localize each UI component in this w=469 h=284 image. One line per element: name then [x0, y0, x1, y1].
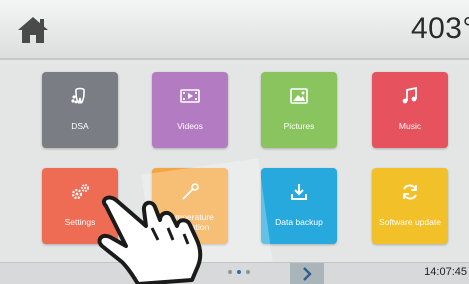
music-icon — [402, 86, 417, 104]
data-backup-tile[interactable]: Data backup — [261, 168, 337, 244]
tile-label: Software update — [379, 217, 441, 227]
next-page-button[interactable] — [290, 263, 324, 284]
tile-label: DSA — [71, 121, 89, 131]
page-dot — [246, 270, 250, 274]
touch-screen: 403° DSA Videos Pictures Music Settings … — [0, 0, 469, 284]
chevron-right-icon — [303, 266, 312, 281]
pointing-hand-icon — [97, 195, 203, 284]
tile-label: Data backup — [275, 217, 323, 227]
settings-gears-icon — [71, 184, 89, 200]
software-update-tile[interactable]: Software update — [372, 168, 448, 244]
software-update-icon — [403, 184, 417, 200]
home-icon[interactable] — [16, 15, 50, 45]
dsa-icon — [71, 87, 85, 104]
tile-label: Videos — [177, 121, 203, 131]
picture-icon — [290, 88, 308, 104]
pictures-tile[interactable]: Pictures — [261, 72, 337, 148]
top-bar: 403° — [0, 0, 469, 60]
data-backup-icon — [291, 184, 307, 200]
tile-label: Pictures — [283, 121, 315, 131]
clock: 14:07:45 — [424, 266, 467, 278]
temperature-display: 403° — [410, 12, 469, 45]
music-tile[interactable]: Music — [372, 72, 448, 148]
tile-label: Music — [398, 121, 422, 131]
videos-tile[interactable]: Videos — [152, 72, 228, 148]
video-icon — [180, 89, 200, 103]
dsa-tile[interactable]: DSA — [42, 72, 118, 148]
